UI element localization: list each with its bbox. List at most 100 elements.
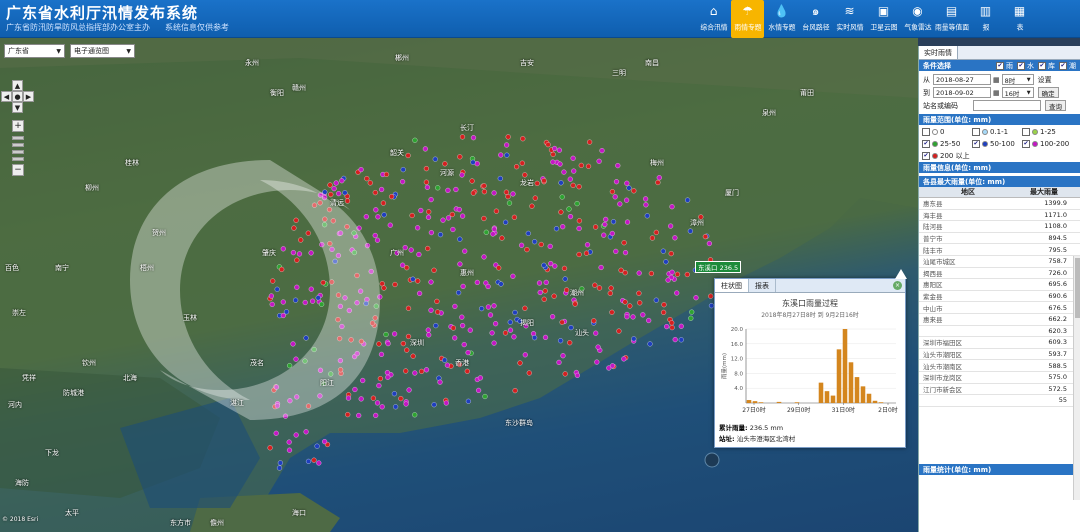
table-row[interactable]: 揭西县 726.0 bbox=[919, 268, 1080, 280]
rain-station-point[interactable] bbox=[609, 309, 615, 315]
rain-station-point[interactable] bbox=[526, 370, 532, 376]
rain-station-point[interactable] bbox=[415, 278, 421, 284]
rain-station-point[interactable] bbox=[400, 262, 406, 268]
rain-station-point[interactable] bbox=[459, 134, 466, 140]
rain-station-point[interactable] bbox=[497, 175, 503, 182]
rain-station-point[interactable] bbox=[547, 243, 553, 249]
rain-station-point[interactable] bbox=[576, 251, 582, 258]
rain-station-point[interactable] bbox=[594, 359, 600, 365]
rain-station-point[interactable] bbox=[403, 401, 409, 407]
rain-station-point[interactable] bbox=[621, 356, 627, 362]
to-hour-select[interactable]: 16时 ▼ bbox=[1001, 87, 1034, 98]
rain-station-point[interactable] bbox=[329, 246, 335, 252]
rain-station-point[interactable] bbox=[510, 273, 516, 279]
rain-station-point[interactable] bbox=[372, 232, 378, 239]
zoom-out-icon[interactable]: − bbox=[12, 164, 24, 176]
rain-station-point[interactable] bbox=[561, 169, 567, 175]
rain-station-point[interactable] bbox=[377, 294, 383, 300]
rain-station-point[interactable] bbox=[653, 297, 659, 303]
checkbox[interactable] bbox=[1022, 127, 1030, 136]
rain-station-point[interactable] bbox=[457, 236, 463, 242]
rain-station-point[interactable] bbox=[444, 362, 450, 368]
rain-station-point[interactable] bbox=[541, 296, 547, 302]
rain-station-point[interactable] bbox=[291, 225, 297, 231]
rain-station-point[interactable] bbox=[556, 359, 562, 365]
rain-station-point[interactable] bbox=[449, 211, 455, 218]
nav-item-water-drop[interactable]: 💧 水情专题 bbox=[765, 0, 798, 38]
table-scrollbar[interactable] bbox=[1073, 256, 1080, 500]
rain-station-point[interactable] bbox=[576, 225, 582, 232]
rain-station-point[interactable] bbox=[385, 374, 391, 380]
rain-station-point[interactable] bbox=[290, 250, 296, 256]
rain-station-point[interactable] bbox=[329, 279, 335, 285]
rain-station-point[interactable] bbox=[598, 264, 604, 271]
rain-station-point[interactable] bbox=[406, 387, 412, 393]
legend-item[interactable]: 0 bbox=[922, 126, 972, 137]
rain-station-point[interactable] bbox=[519, 160, 525, 166]
rain-station-point[interactable] bbox=[643, 196, 649, 202]
rain-station-point[interactable] bbox=[669, 325, 675, 331]
rain-station-point[interactable] bbox=[378, 351, 385, 357]
rain-station-point[interactable] bbox=[481, 183, 487, 189]
rain-station-point[interactable] bbox=[415, 225, 421, 231]
rain-station-point[interactable] bbox=[636, 270, 642, 276]
rain-station-point[interactable] bbox=[482, 393, 488, 400]
rain-station-point[interactable] bbox=[294, 394, 300, 400]
legend-item[interactable]: 50-100 bbox=[972, 138, 1022, 149]
rain-station-point[interactable] bbox=[345, 395, 352, 401]
rain-station-point[interactable] bbox=[327, 182, 333, 188]
rain-station-point[interactable] bbox=[376, 383, 382, 389]
rain-station-point[interactable] bbox=[358, 338, 364, 344]
rain-station-point[interactable] bbox=[609, 189, 615, 195]
rain-station-point[interactable] bbox=[640, 312, 646, 318]
rain-station-point[interactable] bbox=[491, 340, 497, 346]
rain-station-point[interactable] bbox=[269, 301, 275, 307]
legend-item[interactable]: 100-200 bbox=[1022, 138, 1074, 149]
rain-station-point[interactable] bbox=[293, 217, 299, 223]
rain-station-point[interactable] bbox=[591, 318, 597, 324]
rain-station-point[interactable] bbox=[552, 263, 558, 269]
rain-station-point[interactable] bbox=[418, 207, 424, 214]
rain-station-point[interactable] bbox=[609, 230, 615, 237]
rain-station-point[interactable] bbox=[293, 432, 299, 438]
rain-station-point[interactable] bbox=[504, 142, 510, 148]
rain-station-point[interactable] bbox=[287, 363, 293, 369]
rain-station-point[interactable] bbox=[370, 395, 376, 401]
rain-station-point[interactable] bbox=[674, 271, 681, 277]
rain-station-point[interactable] bbox=[491, 190, 497, 196]
rain-station-point[interactable] bbox=[337, 303, 343, 309]
rain-station-point[interactable] bbox=[668, 223, 674, 229]
rain-station-point[interactable] bbox=[279, 266, 285, 272]
rain-station-point[interactable] bbox=[512, 309, 518, 316]
rain-station-point[interactable] bbox=[489, 330, 495, 336]
rain-station-point[interactable] bbox=[316, 460, 322, 466]
rain-station-point[interactable] bbox=[567, 214, 574, 220]
rain-station-point[interactable] bbox=[470, 135, 477, 141]
rain-station-point[interactable] bbox=[377, 376, 383, 382]
rain-station-point[interactable] bbox=[553, 226, 560, 232]
rain-station-point[interactable] bbox=[434, 298, 440, 304]
rain-station-point[interactable] bbox=[674, 290, 680, 296]
tab-realtime-rain[interactable]: 实时雨情 bbox=[919, 46, 958, 59]
rain-station-point[interactable] bbox=[311, 457, 317, 463]
rain-station-point[interactable] bbox=[428, 197, 434, 203]
rain-station-point[interactable] bbox=[678, 323, 684, 329]
rain-station-point[interactable] bbox=[423, 367, 430, 373]
rain-station-point[interactable] bbox=[603, 216, 609, 222]
rain-station-point[interactable] bbox=[293, 297, 299, 303]
rain-station-point[interactable] bbox=[470, 159, 476, 165]
rain-station-point[interactable] bbox=[678, 337, 684, 343]
rain-station-point[interactable] bbox=[541, 178, 547, 184]
rain-station-point[interactable] bbox=[354, 272, 360, 279]
rain-station-point[interactable] bbox=[520, 136, 526, 142]
rain-station-point[interactable] bbox=[317, 367, 324, 373]
rain-station-point[interactable] bbox=[541, 262, 547, 268]
calendar-icon[interactable]: ▦ bbox=[993, 76, 1000, 84]
rain-station-point[interactable] bbox=[624, 314, 630, 320]
rain-station-point[interactable] bbox=[566, 206, 572, 212]
rain-station-point[interactable] bbox=[305, 458, 312, 464]
rain-station-point[interactable] bbox=[424, 184, 430, 190]
rain-station-point[interactable] bbox=[534, 180, 540, 186]
rain-station-point[interactable] bbox=[450, 325, 456, 331]
rain-station-point[interactable] bbox=[648, 270, 654, 277]
